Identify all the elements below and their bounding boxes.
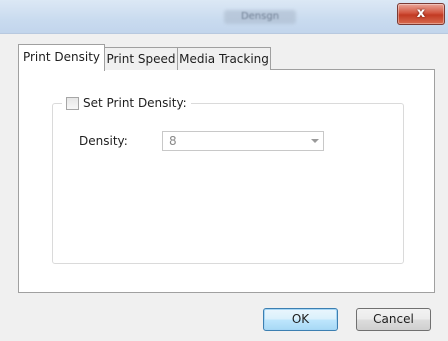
density-value: 8 xyxy=(169,134,177,148)
title-bar[interactable]: Densgn x xyxy=(0,0,448,34)
density-select[interactable]: 8 xyxy=(162,131,324,151)
set-print-density-label: Set Print Density: xyxy=(83,96,187,110)
ok-button[interactable]: OK xyxy=(263,308,338,331)
chevron-down-icon xyxy=(311,139,319,143)
close-icon: x xyxy=(416,6,426,21)
tab-print-speed[interactable]: Print Speed xyxy=(104,47,178,70)
tab-print-density[interactable]: Print Density xyxy=(18,44,105,71)
print-density-group xyxy=(52,103,404,264)
window-title: Densgn xyxy=(240,11,280,22)
density-label: Density: xyxy=(79,134,128,148)
tab-media-tracking[interactable]: Media Tracking xyxy=(177,47,271,70)
close-button[interactable]: x xyxy=(397,3,445,25)
cancel-button[interactable]: Cancel xyxy=(356,308,431,331)
set-print-density-checkbox[interactable] xyxy=(66,96,79,110)
set-print-density-option[interactable]: Set Print Density: xyxy=(62,95,191,111)
dialog-window: Densgn x Print Density Print Speed Media… xyxy=(0,0,448,341)
